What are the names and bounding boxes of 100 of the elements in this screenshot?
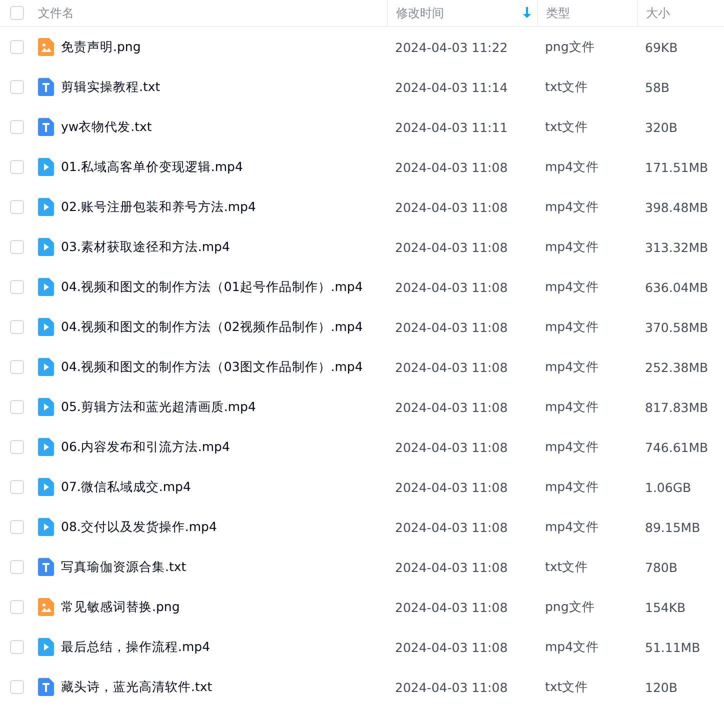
image-file-icon [38,38,54,56]
select-all-checkbox[interactable] [10,6,24,20]
file-size: 1.06GB [645,480,692,494]
file-size: 636.04MB [645,280,708,294]
file-type: mp4文件 [545,358,600,376]
text-file-icon [38,678,54,696]
file-size: 51.11MB [645,640,700,654]
file-name[interactable]: 02.账号注册包装和养号方法.mp4 [61,198,256,216]
file-type: txt文件 [545,118,588,136]
row-checkbox[interactable] [10,200,24,214]
file-size: 817.83MB [645,400,708,414]
row-checkbox[interactable] [10,600,24,614]
file-type: txt文件 [545,78,588,96]
modified-time: 2024-04-03 11:08 [395,240,508,254]
video-file-icon [38,398,54,416]
row-checkbox[interactable] [10,640,24,654]
file-size: 746.61MB [645,440,708,454]
image-file-icon [38,598,54,616]
text-file-icon [38,78,54,96]
row-checkbox[interactable] [10,480,24,494]
file-name[interactable]: 最后总结，操作流程.mp4 [61,638,210,656]
file-name[interactable]: 04.视频和图文的制作方法（02视频作品制作）.mp4 [61,318,363,336]
file-type: png文件 [545,598,595,616]
file-type: mp4文件 [545,638,600,656]
modified-time: 2024-04-03 11:08 [395,400,508,414]
sort-arrow-icon[interactable] [523,7,531,18]
file-type: mp4文件 [545,238,600,256]
file-size: 171.51MB [645,160,708,174]
file-name[interactable]: 01.私域高客单价变现逻辑.mp4 [61,158,243,176]
file-type: mp4文件 [545,318,600,336]
text-file-icon [38,118,54,136]
modified-time: 2024-04-03 11:08 [395,640,508,654]
file-size: 89.15MB [645,520,700,534]
file-size: 120B [645,680,678,694]
file-size: 398.48MB [645,200,708,214]
video-file-icon [38,438,54,456]
file-name[interactable]: yw衣物代发.txt [61,118,152,136]
row-checkbox[interactable] [10,360,24,374]
row-checkbox[interactable] [10,120,24,134]
row-checkbox[interactable] [10,320,24,334]
modified-time: 2024-04-03 11:08 [395,680,508,694]
modified-time: 2024-04-03 11:08 [395,280,508,294]
video-file-icon [38,518,54,536]
file-name[interactable]: 04.视频和图文的制作方法（01起号作品制作）.mp4 [61,278,363,296]
modified-time: 2024-04-03 11:08 [395,600,508,614]
file-type: txt文件 [545,678,588,696]
video-file-icon [38,358,54,376]
file-name[interactable]: 常见敏感词替换.png [61,598,180,616]
video-file-icon [38,198,54,216]
file-size: 252.38MB [645,360,708,374]
file-type: txt文件 [545,558,588,576]
text-file-icon [38,558,54,576]
video-file-icon [38,318,54,336]
modified-time: 2024-04-03 11:08 [395,440,508,454]
file-size: 780B [645,560,678,574]
row-checkbox[interactable] [10,160,24,174]
file-type: mp4文件 [545,438,600,456]
row-checkbox[interactable] [10,40,24,54]
file-size: 69KB [645,40,678,54]
file-name[interactable]: 08.交付以及发货操作.mp4 [61,518,217,536]
row-checkbox[interactable] [10,240,24,254]
file-name[interactable]: 05.剪辑方法和蓝光超清画质.mp4 [61,398,256,416]
row-checkbox[interactable] [10,680,24,694]
modified-time: 2024-04-03 11:08 [395,160,508,174]
video-file-icon [38,238,54,256]
file-name[interactable]: 剪辑实操教程.txt [61,78,160,96]
modified-time: 2024-04-03 11:08 [395,320,508,334]
file-name[interactable]: 03.素材获取途径和方法.mp4 [61,238,230,256]
file-size: 58B [645,80,670,94]
file-name[interactable]: 写真瑜伽资源合集.txt [61,558,186,576]
column-header[interactable]: 修改时间 [396,4,444,22]
file-type: mp4文件 [545,398,600,416]
video-file-icon [38,158,54,176]
file-name[interactable]: 06.内容发布和引流方法.mp4 [61,438,230,456]
modified-time: 2024-04-03 11:08 [395,480,508,494]
file-name[interactable]: 07.微信私域成交.mp4 [61,478,191,496]
file-name[interactable]: 藏头诗，蓝光高清软件.txt [61,678,212,696]
file-type: mp4文件 [545,478,600,496]
file-type: mp4文件 [545,158,600,176]
file-size: 370.58MB [645,320,708,334]
modified-time: 2024-04-03 11:08 [395,560,508,574]
file-size: 313.32MB [645,240,708,254]
file-type: mp4文件 [545,198,600,216]
row-checkbox[interactable] [10,80,24,94]
row-checkbox[interactable] [10,520,24,534]
file-name[interactable]: 免责声明.png [61,38,141,56]
file-name[interactable]: 04.视频和图文的制作方法（03图文作品制作）.mp4 [61,358,363,376]
modified-time: 2024-04-03 11:22 [395,40,508,54]
modified-time: 2024-04-03 11:08 [395,360,508,374]
file-type: mp4文件 [545,278,600,296]
row-checkbox[interactable] [10,280,24,294]
video-file-icon [38,478,54,496]
file-type: png文件 [545,38,595,56]
row-checkbox[interactable] [10,440,24,454]
video-file-icon [38,278,54,296]
file-size: 154KB [645,600,686,614]
file-size: 320B [645,120,678,134]
row-checkbox[interactable] [10,400,24,414]
row-checkbox[interactable] [10,560,24,574]
video-file-icon [38,638,54,656]
